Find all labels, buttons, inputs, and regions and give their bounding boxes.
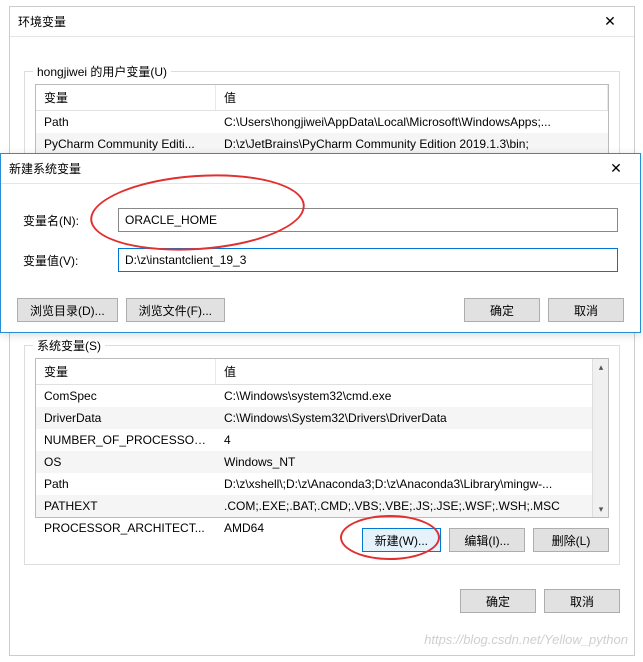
table-row[interactable]: ComSpecC:\Windows\system32\cmd.exe [36, 385, 608, 407]
system-vars-group: 系统变量(S) 变量 值 ComSpecC:\Windows\system32\… [24, 345, 620, 565]
table-row[interactable]: PROCESSOR_ARCHITECT...AMD64 [36, 517, 608, 539]
close-icon[interactable]: ✕ [594, 10, 626, 34]
browse-dir-button[interactable]: 浏览目录(D)... [17, 298, 118, 322]
var-value-input[interactable] [118, 248, 618, 272]
table-row[interactable]: Path C:\Users\hongjiwei\AppData\Local\Mi… [36, 111, 608, 133]
new-system-var-dialog: 新建系统变量 ✕ 变量名(N): 变量值(V): 浏览目录(D)... 浏览文件… [0, 153, 641, 333]
col-value[interactable]: 值 [216, 359, 608, 384]
system-vars-label: 系统变量(S) [33, 337, 105, 354]
dialog-ok-button[interactable]: 确定 [464, 298, 540, 322]
cancel-button[interactable]: 取消 [544, 589, 620, 613]
ok-button[interactable]: 确定 [460, 589, 536, 613]
user-vars-table[interactable]: 变量 值 Path C:\Users\hongjiwei\AppData\Loc… [35, 84, 609, 154]
dialog-titlebar: 新建系统变量 ✕ [1, 154, 640, 184]
browse-file-button[interactable]: 浏览文件(F)... [126, 298, 225, 322]
table-header: 变量 值 [36, 359, 608, 385]
window-title: 环境变量 [18, 13, 66, 30]
table-row[interactable]: PathD:\z\xshell\;D:\z\Anaconda3;D:\z\Ana… [36, 473, 608, 495]
var-name-label: 变量名(N): [23, 212, 118, 229]
dialog-title: 新建系统变量 [9, 160, 81, 177]
chevron-down-icon[interactable]: ▾ [593, 501, 609, 517]
table-header: 变量 值 [36, 85, 608, 111]
col-variable[interactable]: 变量 [36, 359, 216, 384]
table-row[interactable]: DriverDataC:\Windows\System32\Drivers\Dr… [36, 407, 608, 429]
table-row[interactable]: NUMBER_OF_PROCESSORS4 [36, 429, 608, 451]
dialog-cancel-button[interactable]: 取消 [548, 298, 624, 322]
titlebar: 环境变量 ✕ [10, 7, 634, 37]
var-value-label: 变量值(V): [23, 252, 118, 269]
table-row[interactable]: OSWindows_NT [36, 451, 608, 473]
var-name-input[interactable] [118, 208, 618, 232]
chevron-up-icon[interactable]: ▴ [593, 359, 609, 375]
table-row[interactable]: PATHEXT.COM;.EXE;.BAT;.CMD;.VBS;.VBE;.JS… [36, 495, 608, 517]
close-icon[interactable]: ✕ [600, 157, 632, 181]
scrollbar[interactable]: ▴ ▾ [592, 359, 608, 517]
table-row[interactable]: PyCharm Community Editi... D:\z\JetBrain… [36, 133, 608, 155]
col-variable[interactable]: 变量 [36, 85, 216, 110]
user-vars-label: hongjiwei 的用户变量(U) [33, 63, 171, 80]
col-value[interactable]: 值 [216, 85, 608, 110]
system-vars-table[interactable]: 变量 值 ComSpecC:\Windows\system32\cmd.exe … [35, 358, 609, 518]
